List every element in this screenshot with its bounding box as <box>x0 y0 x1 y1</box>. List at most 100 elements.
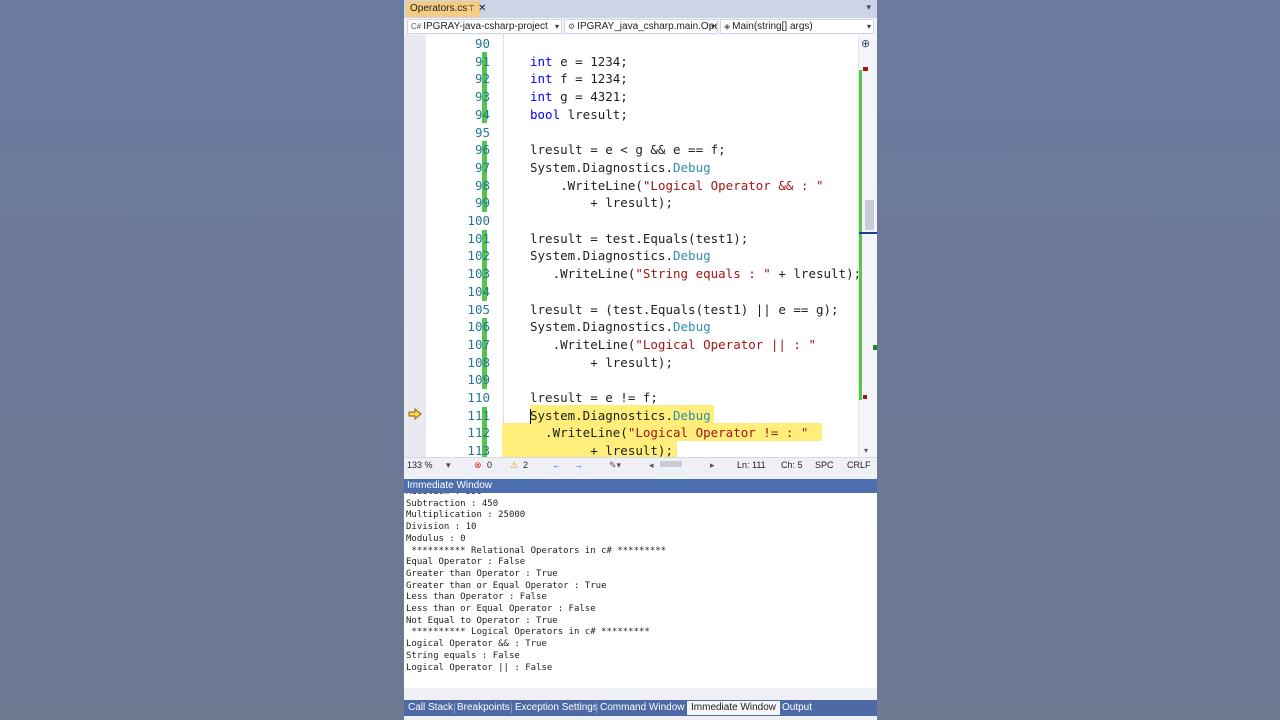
code-line[interactable]: + lresult); <box>530 443 673 457</box>
output-line: Less than Operator : False <box>406 592 547 603</box>
horizontal-scroll-thumb[interactable] <box>660 461 682 467</box>
class-dropdown[interactable]: ⚙ IPGRAY_java_csharp.main.Ope ▾ <box>564 19 718 34</box>
output-line: Multiplication : 25000 <box>406 510 526 521</box>
caret-marker <box>859 232 877 234</box>
code-line[interactable]: lresult = (test.Equals(test1) || e == g)… <box>530 302 839 317</box>
code-line[interactable]: System.Diagnostics.Debug <box>530 319 711 334</box>
error-icon[interactable]: ⊗ <box>474 460 482 471</box>
glyph-margin[interactable] <box>404 35 426 457</box>
code-line[interactable]: int f = 1234; <box>530 71 628 86</box>
forward-arrow-icon[interactable]: → <box>574 460 583 470</box>
tab-overflow-icon[interactable]: ▾ <box>866 3 871 13</box>
chevron-down-icon: ▾ <box>710 22 715 31</box>
immediate-window-output[interactable]: Addition : 550Subtraction : 450Multiplic… <box>404 493 877 688</box>
code-line[interactable]: .WriteLine("Logical Operator && : " <box>530 178 823 193</box>
code-line[interactable]: lresult = e < g && e == f; <box>530 142 726 157</box>
back-arrow-icon[interactable]: ← <box>552 460 561 470</box>
line-number[interactable]: 99 <box>426 195 490 210</box>
execution-pointer-icon <box>408 408 422 420</box>
line-indicator: Ln: 111 <box>737 460 766 470</box>
scroll-down-icon[interactable]: ▾ <box>864 446 868 455</box>
line-number[interactable]: 95 <box>426 125 490 140</box>
line-number[interactable]: 105 <box>426 302 490 317</box>
code-line[interactable]: bool lresult; <box>530 107 628 122</box>
tab-title: Operators.cs <box>410 3 468 14</box>
line-number[interactable]: 110 <box>426 390 490 405</box>
code-line[interactable]: int g = 4321; <box>530 89 628 104</box>
immediate-window-title[interactable]: Immediate Window <box>404 479 877 493</box>
scroll-left-icon[interactable]: ◂ <box>649 460 654 471</box>
line-number[interactable]: 90 <box>426 36 490 51</box>
line-number[interactable]: 96 <box>426 142 490 157</box>
line-number[interactable]: 97 <box>426 160 490 175</box>
code-line[interactable]: .WriteLine("String equals : " + lresult)… <box>530 266 862 281</box>
csharp-project-icon: C# <box>411 22 422 31</box>
chevron-down-icon: ▾ <box>866 22 871 31</box>
code-line[interactable]: .WriteLine("Logical Operator || : " <box>530 337 816 352</box>
column-indicator: Ch: 5 <box>781 460 803 470</box>
code-line[interactable]: lresult = e != f; <box>530 390 658 405</box>
class-icon: ⚙ <box>568 22 576 31</box>
code-line[interactable]: + lresult); <box>530 355 673 370</box>
warning-icon[interactable]: ⚠ <box>510 460 518 471</box>
line-number[interactable]: 91 <box>426 54 490 69</box>
output-line: Not Equal to Operator : True <box>406 615 558 626</box>
line-number[interactable]: 102 <box>426 248 490 263</box>
text-caret <box>530 408 531 424</box>
line-number[interactable]: 92 <box>426 71 490 86</box>
tab-command-window[interactable]: Command Window <box>596 701 688 715</box>
code-line[interactable]: .WriteLine("Logical Operator != : " <box>530 425 808 440</box>
tab-operators-cs[interactable]: Operators.cs ⊤ ✕ <box>406 1 486 17</box>
close-icon[interactable]: ✕ <box>478 1 486 17</box>
error-count[interactable]: 0 <box>487 460 492 470</box>
output-line: Less than or Equal Operator : False <box>406 604 596 614</box>
warning-count[interactable]: 2 <box>523 460 528 470</box>
pin-icon[interactable]: ⊤ <box>468 1 475 17</box>
code-line[interactable]: System.Diagnostics.Debug <box>530 248 711 263</box>
zoom-level[interactable]: 133 % <box>407 460 433 470</box>
line-number[interactable]: 107 <box>426 337 490 352</box>
chevron-down-icon[interactable]: ▾ <box>446 460 451 471</box>
whitespace-indicator: SPC <box>815 460 834 470</box>
code-line[interactable]: System.Diagnostics.Debug <box>530 160 711 175</box>
line-number[interactable]: 108 <box>426 355 490 370</box>
tab-exception-settings[interactable]: Exception Settings <box>511 701 602 715</box>
warning-marker <box>863 395 867 399</box>
tab-immediate-window[interactable]: Immediate Window <box>687 701 781 715</box>
chevron-down-icon: ▾ <box>554 22 559 31</box>
vertical-scrollbar[interactable]: ⊕ ▾ <box>858 35 877 457</box>
line-number[interactable]: 98 <box>426 178 490 193</box>
code-line[interactable]: int e = 1234; <box>530 54 628 69</box>
line-number[interactable]: 112 <box>426 425 490 440</box>
tab-call-stack[interactable]: Call Stack <box>404 701 457 715</box>
line-number[interactable]: 101 <box>426 231 490 246</box>
line-number[interactable]: 104 <box>426 284 490 299</box>
code-line[interactable]: System.Diagnostics.Debug <box>530 408 711 423</box>
line-number[interactable]: 106 <box>426 319 490 334</box>
tab-output[interactable]: Output <box>778 701 816 715</box>
code-editor[interactable]: 90 91 int e = 1234; 92 int f = 1234; 93 int g … <box>404 35 877 457</box>
output-line: Division : 10 <box>406 522 477 533</box>
scrollbar-thumb[interactable] <box>865 200 874 230</box>
line-number[interactable]: 113 <box>426 443 490 457</box>
line-number[interactable]: 93 <box>426 89 490 104</box>
document-tab-strip: Operators.cs ⊤ ✕ ▾ <box>404 0 877 18</box>
code-line[interactable]: + lresult); <box>530 195 673 210</box>
split-icon[interactable]: ⊕ <box>861 37 870 50</box>
line-number[interactable]: 100 <box>426 213 490 228</box>
output-line: String equals : False <box>406 650 520 661</box>
output-line: Greater than Operator : True <box>406 568 558 579</box>
output-line: ********** Logical Operators in c# *****… <box>406 627 650 638</box>
brush-icon[interactable]: ✎▾ <box>609 460 621 471</box>
code-line[interactable]: lresult = test.Equals(test1); <box>530 231 748 246</box>
tab-breakpoints[interactable]: Breakpoints <box>453 701 514 715</box>
output-line: ********** Relational Operators in c# **… <box>406 545 667 556</box>
line-number[interactable]: 109 <box>426 372 490 387</box>
visual-studio-window: Operators.cs ⊤ ✕ ▾ C# IPGRAY-java-csharp-… <box>404 0 877 720</box>
scroll-right-icon[interactable]: ▸ <box>710 460 715 471</box>
member-dropdown[interactable]: ◈ Main(string[] args) ▾ <box>720 19 874 34</box>
project-dropdown[interactable]: C# IPGRAY-java-csharp-project ▾ <box>407 19 562 34</box>
line-number[interactable]: 94 <box>426 107 490 122</box>
line-number[interactable]: 111 <box>426 408 490 423</box>
line-number[interactable]: 103 <box>426 266 490 281</box>
